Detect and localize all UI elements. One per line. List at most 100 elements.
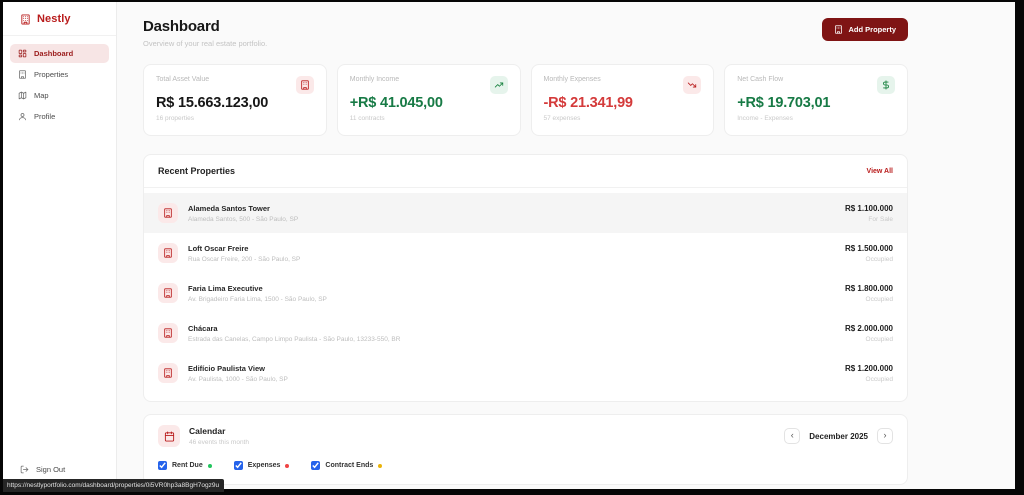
property-row-loft-oscar-freire[interactable]: Loft Oscar Freire Rua Oscar Freire, 200 … — [144, 233, 907, 273]
stat-footnote: Income - Expenses — [737, 115, 793, 122]
calendar-icon — [158, 425, 180, 447]
stat-value: -R$ 21.341,99 — [543, 95, 634, 111]
building-icon — [158, 363, 178, 383]
legend-label: Contract Ends — [325, 462, 374, 469]
legend-label: Expenses — [247, 462, 281, 469]
property-status: Occupied — [865, 255, 893, 263]
log-out-icon — [20, 465, 29, 474]
map-icon — [18, 91, 27, 100]
screenshot-frame: Nestly Dashboard Properties Map Profile — [0, 0, 1024, 495]
property-row-chacara[interactable]: Chácara Estrada das Canelas, Campo Limpo… — [144, 313, 907, 353]
property-price: R$ 1.200.000 — [844, 363, 893, 373]
stat-label: Monthly Income — [349, 76, 400, 83]
stat-footnote: 16 properties — [156, 115, 194, 122]
legend-label: Rent Due — [172, 462, 203, 469]
stat-value: +R$ 41.045,00 — [349, 95, 443, 111]
property-status: Occupied — [865, 335, 893, 343]
link-preview-status-bar: https://nestlyportfolio.com/dashboard/pr… — [3, 479, 225, 492]
stat-label: Total Asset Value — [156, 76, 210, 83]
property-row-alameda-santos-tower[interactable]: Alameda Santos Tower Alameda Santos, 500… — [144, 193, 907, 233]
property-address: Estrada das Canelas, Campo Limpo Paulist… — [188, 335, 401, 343]
brand-name: Nestly — [37, 13, 71, 25]
view-all-link[interactable]: View All — [867, 168, 893, 175]
legend-item-expenses: Expenses — [233, 461, 290, 470]
calendar-next-button[interactable]: › — [877, 428, 893, 444]
page-header: Dashboard Overview of your real estate p… — [143, 18, 908, 48]
brand[interactable]: Nestly — [3, 2, 116, 36]
contract-ends-checkbox[interactable] — [311, 461, 321, 470]
page-title: Dashboard — [143, 18, 220, 35]
property-status: For Sale — [868, 215, 893, 223]
property-row-edificio-paulista-view[interactable]: Edifício Paulista View Av. Paulista, 100… — [144, 353, 907, 393]
property-list: Alameda Santos Tower Alameda Santos, 500… — [144, 188, 907, 401]
expenses-dot — [285, 463, 290, 468]
property-price: R$ 1.100.000 — [844, 203, 893, 213]
stat-footnote: 57 expenses — [543, 115, 581, 122]
stat-card-monthly-expenses: Monthly Expenses -R$ 21.341,99 57 expens… — [530, 64, 715, 136]
person-icon — [19, 113, 26, 121]
property-address: Rua Oscar Freire, 200 - São Paulo, SP — [188, 255, 301, 263]
add-property-button[interactable]: Add Property — [822, 18, 908, 41]
stat-card-monthly-income: Monthly Income +R$ 41.045,00 11 contract… — [336, 64, 521, 136]
legend-item-rent-due: Rent Due — [158, 461, 212, 470]
contract-ends-dot — [378, 463, 383, 468]
property-status: Occupied — [865, 295, 893, 303]
sidebar-item-label: Properties — [34, 70, 69, 79]
sidebar: Nestly Dashboard Properties Map Profile — [3, 2, 117, 489]
trending-up-icon — [489, 76, 508, 94]
calendar-prev-button[interactable]: ‹ — [784, 428, 801, 444]
calendar-legend: Rent Due Expenses Contract Ends — [144, 455, 907, 484]
property-name: Edifício Paulista View — [188, 363, 265, 373]
building-icon — [158, 323, 178, 343]
stat-cards: Total Asset Value R$ 15.663.123,00 16 pr… — [143, 64, 908, 136]
stat-label: Net Cash Flow — [737, 76, 784, 83]
building-icon — [158, 203, 178, 223]
property-price: R$ 1.500.000 — [844, 243, 893, 253]
sign-out-label: Sign Out — [36, 465, 66, 474]
sidebar-item-label: Profile — [34, 112, 56, 121]
property-price: R$ 1.800.000 — [844, 283, 893, 293]
property-name: Chácara — [188, 323, 218, 333]
stat-label: Monthly Expenses — [543, 76, 601, 83]
page-subtitle: Overview of your real estate portfolio. — [143, 39, 268, 48]
calendar-panel: Calendar 46 events this month ‹ December… — [143, 414, 908, 485]
sidebar-item-map[interactable]: Map — [10, 86, 109, 105]
calendar-month-label: December 2025 — [809, 431, 868, 441]
stat-card-net-cash-flow: Net Cash Flow +R$ 19.703,01 Income - Exp… — [724, 64, 908, 136]
stat-footnote: 11 contracts — [349, 115, 385, 122]
property-address: Alameda Santos, 500 - São Paulo, SP — [188, 215, 299, 223]
building-icon — [19, 70, 26, 79]
main-area: Dashboard Overview of your real estate p… — [117, 2, 1015, 489]
building-icon — [295, 76, 314, 94]
building-icon — [158, 243, 178, 263]
property-name: Faria Lima Executive — [188, 283, 263, 293]
add-property-label: Add Property — [848, 25, 896, 34]
app-window: Nestly Dashboard Properties Map Profile — [3, 2, 1015, 489]
rent-due-checkbox[interactable] — [158, 461, 167, 470]
property-address: Av. Paulista, 1000 - São Paulo, SP — [188, 375, 288, 383]
property-price: R$ 2.000.000 — [844, 323, 893, 333]
sign-out-button[interactable]: Sign Out — [3, 460, 116, 479]
sidebar-item-profile[interactable]: Profile — [10, 107, 109, 126]
dashboard-grid-icon — [18, 49, 27, 58]
rent-due-dot — [207, 463, 212, 468]
building-icon — [158, 283, 178, 303]
sidebar-menu: Dashboard Properties Map Profile — [3, 36, 116, 134]
property-row-faria-lima-executive[interactable]: Faria Lima Executive Av. Brigadeiro Fari… — [144, 273, 907, 313]
building-icon — [835, 25, 843, 34]
legend-item-contract-ends: Contract Ends — [311, 461, 383, 470]
stat-value: R$ 15.663.123,00 — [156, 95, 269, 111]
property-status: Occupied — [865, 375, 893, 383]
stat-card-total-asset-value: Total Asset Value R$ 15.663.123,00 16 pr… — [143, 64, 327, 136]
calendar-subtitle: 46 events this month — [189, 439, 249, 446]
brand-building-icon — [21, 13, 30, 25]
calendar-title: Calendar — [189, 426, 226, 436]
sidebar-item-dashboard[interactable]: Dashboard — [10, 44, 109, 63]
stat-value: +R$ 19.703,01 — [737, 95, 831, 111]
property-name: Alameda Santos Tower — [188, 203, 270, 213]
recent-properties-panel: Recent Properties View All Alameda Santo… — [143, 154, 908, 402]
expenses-checkbox[interactable] — [233, 461, 243, 470]
sidebar-item-label: Map — [34, 91, 49, 100]
sidebar-item-properties[interactable]: Properties — [10, 65, 109, 84]
property-name: Loft Oscar Freire — [188, 243, 249, 253]
